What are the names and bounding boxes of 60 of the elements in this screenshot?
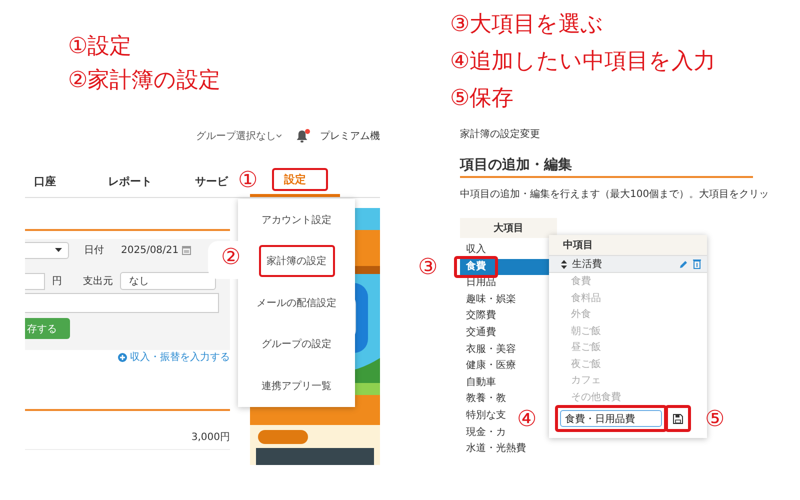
section-heading: 項目の追加・編集 (460, 156, 753, 178)
category-item[interactable]: 交際費 (460, 308, 550, 325)
amount-text: 3,000円 (191, 431, 230, 444)
step-marker: ④ (517, 408, 537, 432)
premium-link[interactable]: プレミアム機 (320, 129, 380, 143)
bell-icon[interactable] (296, 129, 308, 143)
subcategory-item: カフェ (571, 374, 601, 388)
subcategory-item: 朝ご飯 (571, 324, 601, 338)
category-item[interactable]: 自動車 (460, 374, 550, 392)
category-item[interactable]: 交通費 (460, 324, 550, 342)
date-field[interactable]: 2025/08/21 (121, 244, 191, 256)
category-item[interactable]: 水道・光熱費 (460, 441, 550, 458)
trash-icon[interactable] (693, 259, 701, 269)
group-select[interactable]: グループ選択なし (196, 129, 276, 143)
yen-label: 円 (52, 275, 62, 288)
subcategory-item: 食費 (571, 274, 591, 288)
pencil-icon[interactable] (679, 260, 688, 268)
source-label: 支出元 (83, 274, 114, 288)
category-item[interactable]: 食費 (460, 258, 550, 276)
nav-tab[interactable]: サービ (195, 165, 228, 197)
step-caption: ⑤保存 (450, 85, 515, 113)
subcategory-item: 食料品 (571, 292, 601, 305)
breadcrumb-text: 家計簿の設定変更 (460, 128, 540, 142)
category-item[interactable]: 収入 (460, 242, 550, 259)
source-select[interactable]: なし (120, 272, 216, 290)
amount-field[interactable] (25, 272, 45, 290)
step-caption: ③大項目を選ぶ (450, 11, 605, 39)
plus-circle-icon[interactable] (118, 352, 127, 362)
step-marker: ⑤ (705, 408, 725, 432)
date-label: 日付 (84, 244, 105, 257)
chevron-down-icon[interactable] (276, 133, 282, 139)
column-header: 大項目 (460, 218, 557, 238)
menu-item[interactable]: 家計簿の設定 (258, 245, 334, 278)
group-name: 生活費 (572, 258, 603, 271)
menu-item[interactable]: 連携アプリ一覧 (254, 370, 340, 402)
description-text: 中項目の追加・編集を行えます（最大100個まで）。大項目をクリッ (460, 188, 770, 202)
menu-item[interactable]: アカウント設定 (254, 204, 340, 236)
dropdown-arrow-icon[interactable] (55, 248, 62, 252)
popup-header: 中項目 (549, 235, 707, 255)
sort-icon[interactable] (561, 260, 567, 268)
subcategory-item: 昼ご飯 (571, 341, 601, 354)
step-caption: ②家計簿の設定 (68, 67, 221, 95)
category-item[interactable]: 健康・医療 (460, 358, 550, 375)
memo-field[interactable] (25, 293, 219, 313)
menu-item[interactable]: グループの設定 (254, 328, 340, 360)
category-item[interactable]: 衣服・美容 (460, 342, 550, 358)
step-marker: ② (221, 246, 241, 270)
menu-item[interactable]: メールの配信設定 (248, 286, 344, 319)
subcategory-item: その他食費 (571, 390, 621, 404)
step-caption: ①設定 (68, 33, 133, 61)
step-caption: ④追加したい中項目を入力 (450, 48, 716, 76)
subcategory-item: 夜ご飯 (571, 358, 601, 371)
income-link[interactable]: 収入・振替を入力する (118, 350, 230, 364)
input-field[interactable]: 食費・日用品費 (560, 410, 662, 427)
category-item[interactable]: 趣味・娯楽 (460, 292, 550, 308)
nav-tab[interactable]: 口座 (25, 165, 65, 197)
subcategory-item: 外食 (571, 308, 591, 322)
nav-tab[interactable]: レポート (108, 165, 152, 197)
calendar-icon[interactable] (182, 245, 191, 255)
step-marker: ③ (418, 256, 438, 280)
